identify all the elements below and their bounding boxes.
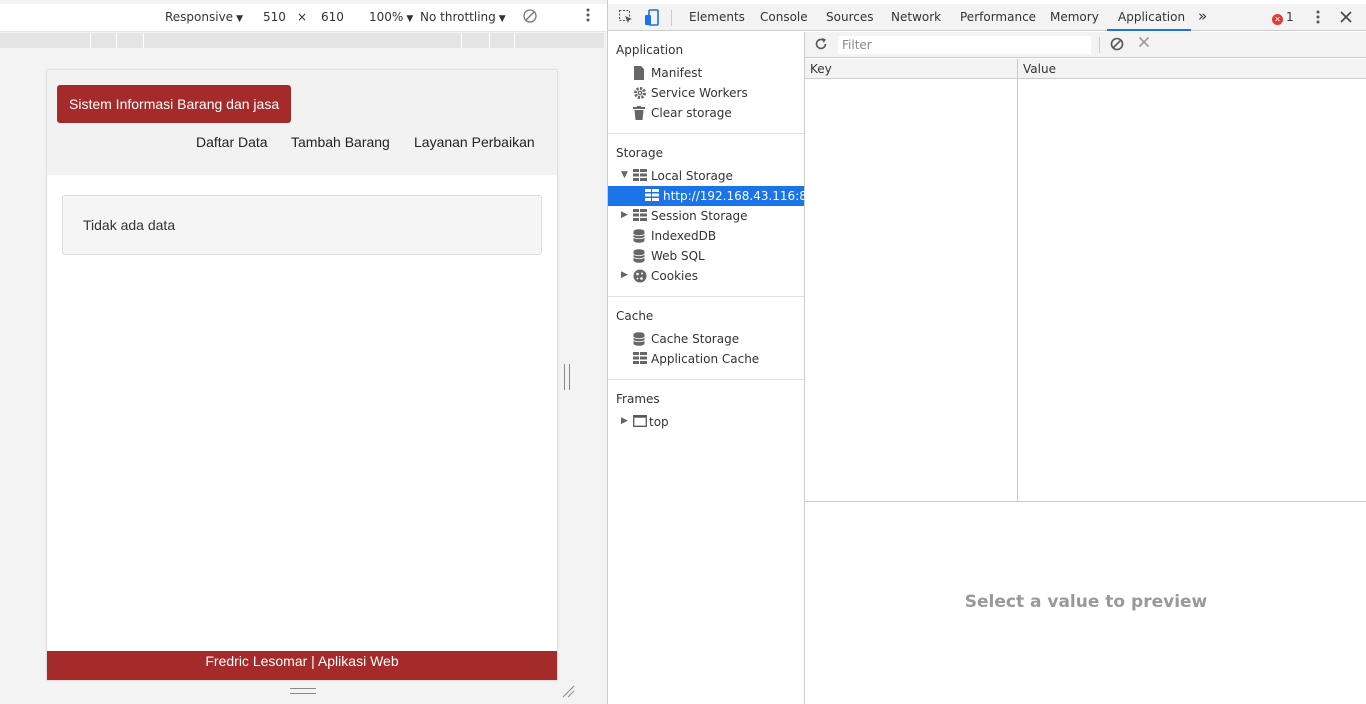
sidebar-item-application-cache[interactable]: Application Cache — [608, 349, 804, 369]
resize-handle-right[interactable] — [564, 364, 570, 390]
width-input[interactable]: 510 — [263, 10, 286, 24]
media-query-ruler[interactable] — [0, 33, 604, 48]
grid-icon — [645, 189, 659, 204]
page-header: Sistem Informasi Barang dan jasa Daftar … — [47, 70, 557, 175]
more-tabs-icon[interactable]: » — [1198, 7, 1207, 25]
height-input[interactable]: 610 — [321, 10, 344, 24]
column-value-header[interactable]: Value — [1023, 62, 1056, 76]
sidebar-item-manifest[interactable]: Manifest — [608, 63, 804, 83]
devtools-panel: Elements Console Sources Network Perform… — [607, 0, 1366, 704]
tab-performance[interactable]: Performance — [960, 10, 1036, 24]
nav-layanan-perbaikan[interactable]: Layanan Perbaikan — [414, 134, 535, 150]
gear-icon — [633, 86, 647, 103]
tab-application[interactable]: Application — [1118, 10, 1185, 24]
devtools-menu-icon[interactable] — [1314, 9, 1322, 28]
sidebar-item-local-origin[interactable]: http://192.168.43.116:8080 — [608, 186, 830, 206]
database-icon — [633, 332, 645, 349]
zoom-select[interactable]: 100% ▼ — [369, 10, 413, 24]
section-cache: Cache — [616, 309, 654, 323]
emulated-page: Sistem Informasi Barang dan jasa Daftar … — [47, 70, 557, 680]
storage-toolbar — [805, 32, 1366, 58]
page-footer: Fredric Lesomar | Aplikasi Web — [47, 651, 557, 680]
section-application: Application — [616, 43, 684, 57]
storage-view: Key Value Select a value to preview — [805, 32, 1366, 704]
device-emulation-pane: Responsive ▼ 510 × 610 100% ▼ No throttlin… — [0, 0, 607, 704]
device-more-icon[interactable] — [584, 7, 592, 26]
sidebar-item-session-storage[interactable]: ▶ Session Storage — [608, 206, 804, 226]
delete-selected-icon[interactable] — [1138, 36, 1150, 52]
collapsed-arrow-icon[interactable]: ▶ — [621, 270, 628, 280]
tab-memory[interactable]: Memory — [1050, 10, 1099, 24]
collapsed-arrow-icon[interactable]: ▶ — [621, 210, 628, 220]
close-icon[interactable] — [1339, 10, 1353, 27]
active-tab-indicator — [1107, 29, 1191, 31]
section-frames: Frames — [616, 392, 660, 406]
expanded-arrow-icon[interactable]: ▼ — [621, 170, 628, 180]
inspect-element-icon[interactable] — [618, 9, 634, 28]
empty-state-text: Tidak ada data — [83, 217, 176, 233]
sidebar-item-indexeddb[interactable]: IndexedDB — [608, 226, 804, 246]
application-sidebar: Application Manifest Service Workers Cle… — [608, 32, 830, 704]
collapsed-arrow-icon[interactable]: ▶ — [621, 416, 628, 426]
column-divider[interactable] — [1017, 59, 1018, 501]
database-icon — [633, 249, 645, 266]
error-counter[interactable]: ✕ 1 — [1272, 10, 1294, 25]
sidebar-item-local-storage[interactable]: ▼ Local Storage — [608, 166, 804, 186]
refresh-icon[interactable] — [814, 37, 828, 54]
sidebar-item-frame-top[interactable]: ▶ top — [608, 412, 804, 432]
section-storage: Storage — [616, 146, 663, 160]
device-toggle-icon[interactable] — [644, 9, 660, 30]
preview-placeholder: Select a value to preview — [964, 592, 1208, 612]
footer-text: Fredric Lesomar | Aplikasi Web — [205, 653, 399, 669]
storage-grid-header: Key Value — [805, 59, 1366, 79]
devtools-tabbar: Elements Console Sources Network Perform… — [608, 4, 1366, 31]
frame-icon — [633, 415, 647, 430]
dimension-separator: × — [297, 10, 308, 24]
trash-icon — [633, 106, 645, 123]
tab-sources[interactable]: Sources — [826, 10, 873, 24]
sidebar-item-cookies[interactable]: ▶ Cookies — [608, 266, 804, 286]
device-select[interactable]: Responsive ▼ — [165, 10, 243, 24]
column-key-header[interactable]: Key — [810, 62, 832, 76]
sidebar-item-clear-storage[interactable]: Clear storage — [608, 103, 804, 123]
sidebar-item-web-sql[interactable]: Web SQL — [608, 246, 804, 266]
preview-splitter[interactable] — [805, 501, 1366, 502]
file-icon — [633, 66, 645, 83]
sidebar-item-cache-storage[interactable]: Cache Storage — [608, 329, 804, 349]
clear-all-icon[interactable] — [1110, 37, 1124, 54]
resize-handle-bottom[interactable] — [290, 688, 316, 694]
grid-icon — [633, 169, 647, 184]
error-icon: ✕ — [1272, 14, 1283, 25]
rotate-icon[interactable] — [522, 8, 538, 27]
brand-button[interactable]: Sistem Informasi Barang dan jasa — [57, 85, 292, 123]
throttling-select[interactable]: No throttling ▼ — [420, 10, 506, 24]
tab-network[interactable]: Network — [891, 10, 941, 24]
cookie-icon — [633, 269, 647, 286]
tab-console[interactable]: Console — [760, 10, 808, 24]
grid-icon — [633, 352, 647, 367]
database-icon — [633, 229, 645, 246]
sidebar-item-service-workers[interactable]: Service Workers — [608, 83, 804, 103]
empty-state-panel: Tidak ada data — [62, 195, 542, 255]
device-toolbar: Responsive ▼ 510 × 610 100% ▼ No throttlin… — [0, 4, 607, 32]
resize-corner-icon[interactable] — [561, 684, 575, 698]
nav-tambah-barang[interactable]: Tambah Barang — [291, 134, 390, 150]
filter-input[interactable] — [838, 36, 1091, 54]
tab-elements[interactable]: Elements — [689, 10, 745, 24]
nav-daftar-data[interactable]: Daftar Data — [196, 134, 268, 150]
grid-icon — [633, 209, 647, 224]
